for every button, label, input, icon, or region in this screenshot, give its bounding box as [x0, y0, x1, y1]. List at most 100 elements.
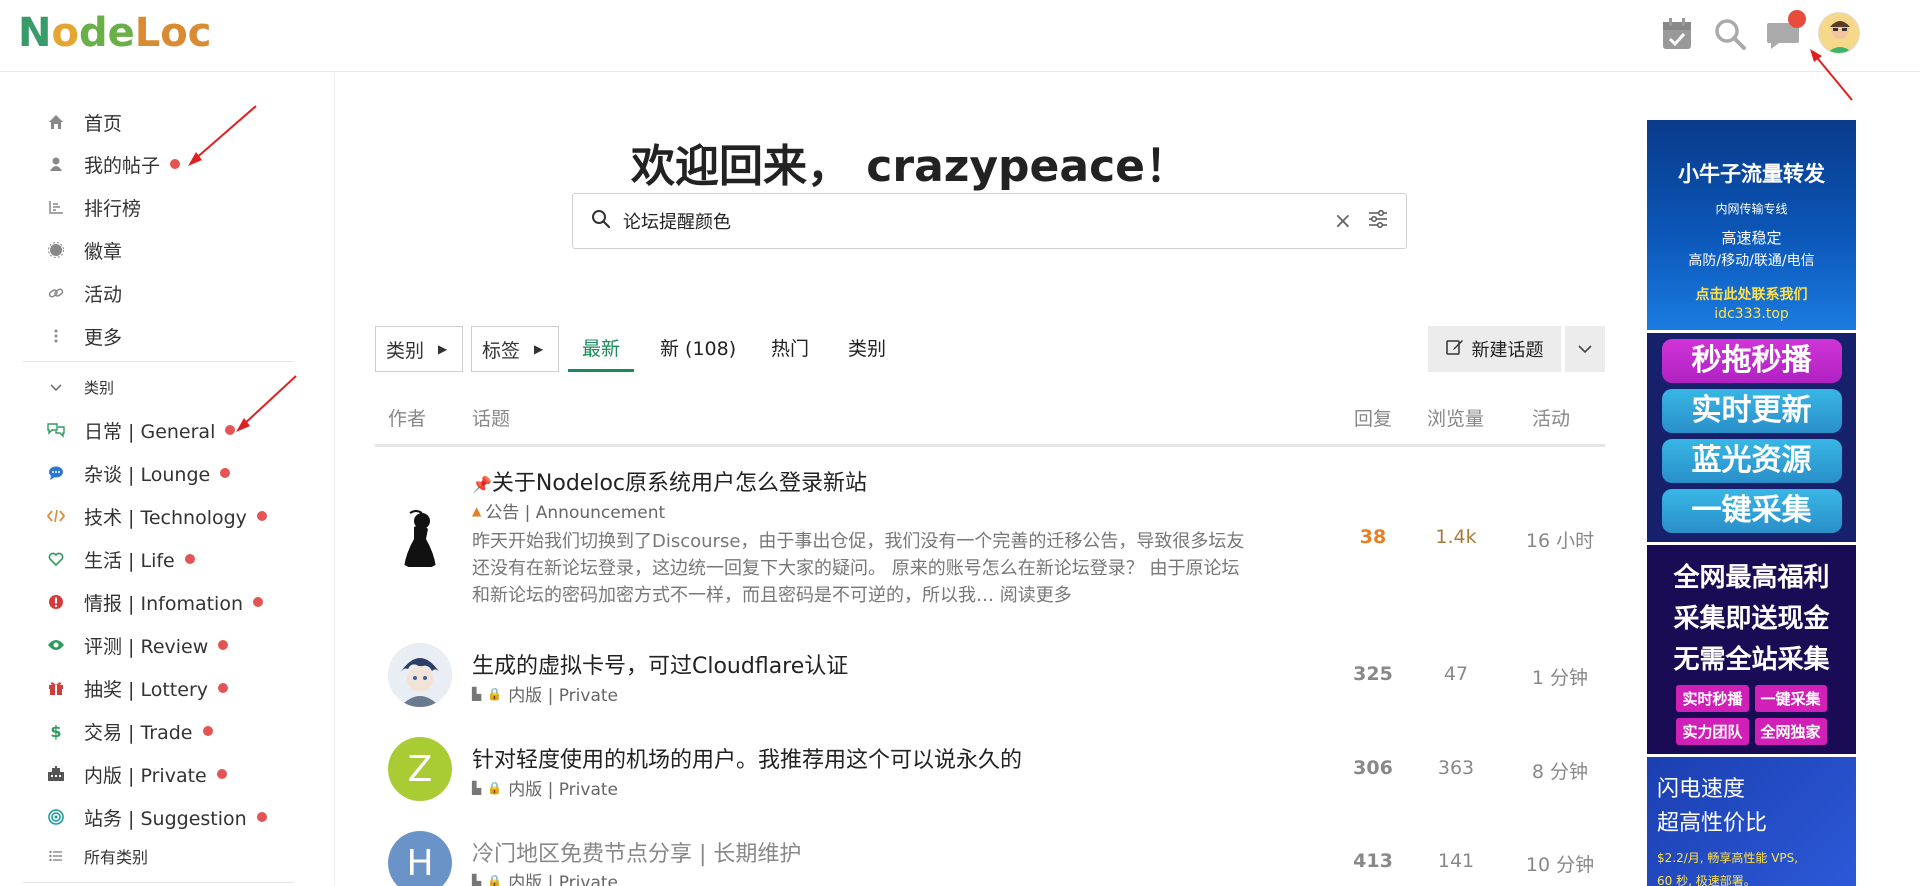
list-icon: [46, 846, 66, 866]
topic-category[interactable]: ▙ 🔒 内版 | Private: [472, 868, 618, 886]
alert-icon: [46, 592, 66, 612]
building-icon: ▙: [472, 780, 482, 795]
target-icon: [46, 807, 66, 827]
user-icon: [46, 154, 66, 174]
sidebar-item-leaderboard[interactable]: 排行榜: [46, 189, 141, 225]
search-icon[interactable]: [1710, 14, 1750, 54]
column-topic[interactable]: 话题: [472, 404, 510, 431]
topic-category[interactable]: ▙ 🔒 内版 | Private: [472, 681, 618, 706]
search-input[interactable]: 论坛提醒颜色: [623, 208, 1334, 234]
sidebar-category-private[interactable]: 内版 | Private: [46, 756, 227, 792]
topic-title[interactable]: 冷门地区免费节点分享 | 长期维护: [472, 836, 801, 868]
code-icon: [46, 506, 66, 526]
topic-replies[interactable]: 325: [1328, 663, 1418, 685]
new-topic-button[interactable]: 新建话题: [1428, 326, 1561, 372]
author-avatar[interactable]: [388, 505, 452, 569]
topic-activity[interactable]: 8 分钟: [1505, 757, 1615, 784]
link-icon: [46, 283, 66, 303]
sidebar-item-home[interactable]: 首页: [46, 104, 122, 140]
tab-hot[interactable]: 热门: [771, 326, 809, 372]
unread-dot: [170, 159, 181, 169]
gift-icon: [46, 678, 66, 698]
unread-dot: [216, 769, 227, 779]
author-avatar[interactable]: H: [388, 831, 452, 886]
topic-category[interactable]: ▲ 公告 | Announcement: [472, 498, 665, 523]
unread-dot: [225, 425, 236, 435]
pin-icon: 📌: [472, 475, 492, 494]
sidebar-category-lounge[interactable]: 杂谈 | Lounge: [46, 455, 231, 491]
topic-title[interactable]: 📌关于Nodeloc原系统用户怎么登录新站: [472, 465, 867, 497]
sidebar-category-review[interactable]: 评测 | Review: [46, 627, 229, 663]
topic-replies[interactable]: 413: [1328, 850, 1418, 872]
sidebar-category-suggestion[interactable]: 站务 | Suggestion: [46, 799, 267, 835]
ad-banner-collect[interactable]: 全网最高福利 采集即送现金 无需全站采集 实时秒播 一键采集 实力团队 全网独家: [1647, 545, 1856, 754]
sidebar-divider: [22, 882, 294, 883]
unread-dot: [256, 812, 267, 822]
search-icon: [591, 209, 611, 233]
sidebar-category-life[interactable]: 生活 | Life: [46, 541, 195, 577]
tab-new[interactable]: 新 (108): [660, 326, 736, 372]
search-bar[interactable]: 论坛提醒颜色 ×: [572, 193, 1407, 249]
sidebar-category-infomation[interactable]: 情报 | Infomation: [46, 584, 263, 620]
calendar-icon[interactable]: [1657, 14, 1697, 54]
caret-right-icon: ▶: [534, 342, 544, 356]
unread-dot: [218, 640, 229, 650]
sidebar-category-general[interactable]: 日常 | General: [46, 412, 236, 448]
sidebar-item-my-posts[interactable]: 我的帖子: [46, 146, 181, 182]
chat-bubbles-icon: [46, 420, 66, 440]
new-topic-dropdown[interactable]: [1563, 326, 1605, 372]
pencil-icon: [1445, 338, 1464, 360]
column-views[interactable]: 浏览量: [1427, 404, 1484, 431]
topic-replies[interactable]: 38: [1328, 526, 1418, 548]
topic-activity[interactable]: 16 小时: [1505, 526, 1615, 553]
column-replies[interactable]: 回复: [1354, 404, 1392, 431]
topic-activity[interactable]: 10 分钟: [1505, 850, 1615, 877]
unread-dot: [220, 468, 231, 478]
unread-dot: [253, 597, 263, 607]
tab-latest[interactable]: 最新: [568, 326, 635, 372]
sidebar-divider: [22, 361, 294, 362]
topic-navbar: 类别 ▶ 标签 ▶ 最新 新 (108) 热门 类别 新建话题: [375, 326, 1605, 372]
topic-views: 141: [1437, 850, 1475, 872]
ad-banner-traffic[interactable]: 小牛子流量转发 内网传输专线 高速稳定 高防/移动/联通/电信 点击此处联系我们…: [1647, 120, 1856, 330]
topic-activity[interactable]: 1 分钟: [1505, 663, 1615, 690]
site-logo[interactable]: NodeLoc: [18, 10, 211, 56]
table-header-divider: [375, 444, 1605, 447]
sidebar-all-categories[interactable]: 所有类别: [46, 838, 148, 874]
welcome-heading: 欢迎回来， crazypeace！: [630, 141, 1190, 192]
dollar-icon: $: [50, 721, 62, 741]
column-author[interactable]: 作者: [388, 404, 426, 431]
caret-right-icon: ▶: [438, 342, 448, 356]
ad-banner-media[interactable]: 秒拖秒播 实时更新 蓝光资源 一键采集: [1647, 333, 1856, 542]
topic-excerpt: 昨天开始我们切换到了Discourse，由于事出仓促，我们没有一个完善的迁移公告…: [472, 531, 1245, 606]
category-filter-dropdown[interactable]: 类别 ▶: [375, 326, 463, 372]
topic-category[interactable]: ▙ 🔒 内版 | Private: [472, 775, 618, 800]
sidebar-item-more[interactable]: 更多: [46, 318, 122, 354]
topic-replies[interactable]: 306: [1328, 757, 1418, 779]
column-activity[interactable]: 活动: [1532, 404, 1570, 431]
topic-title[interactable]: 生成的虚拟卡号，可过Cloudflare认证: [472, 648, 848, 680]
sidebar-section-categories[interactable]: 类别: [46, 369, 114, 405]
author-avatar[interactable]: [388, 643, 452, 707]
clear-search-icon[interactable]: ×: [1334, 209, 1352, 234]
topic-title[interactable]: 针对轻度使用的机场的用户。我推荐用这个可以说永久的: [472, 742, 1022, 774]
search-filter-icon[interactable]: [1368, 209, 1388, 232]
heart-icon: [46, 549, 66, 569]
sidebar-category-technology[interactable]: 技术 | Technology: [46, 498, 267, 534]
sidebar-item-badges[interactable]: 徽章: [46, 232, 122, 268]
annotation-arrow: [1810, 49, 1853, 101]
unread-dot: [256, 511, 267, 521]
lock-icon: 🔒: [487, 686, 503, 701]
ad-banner-vps[interactable]: 闪电速度 超高性价比 $2.2/月, 畅享高性能 VPS, 60 秒, 极速部署…: [1647, 757, 1856, 886]
eye-icon: [46, 635, 66, 655]
tab-categories[interactable]: 类别: [848, 326, 886, 372]
sidebar-category-lottery[interactable]: 抽奖 | Lottery: [46, 670, 229, 706]
sidebar-category-trade[interactable]: $ 交易 | Trade: [46, 713, 213, 749]
topic-views: 47: [1443, 663, 1469, 685]
tag-filter-dropdown[interactable]: 标签 ▶: [471, 326, 559, 372]
author-avatar[interactable]: Z: [388, 737, 452, 801]
home-icon: [46, 112, 66, 132]
unread-dot: [218, 683, 229, 693]
notification-dot: [1788, 10, 1806, 28]
sidebar-item-activity[interactable]: 活动: [46, 275, 122, 311]
